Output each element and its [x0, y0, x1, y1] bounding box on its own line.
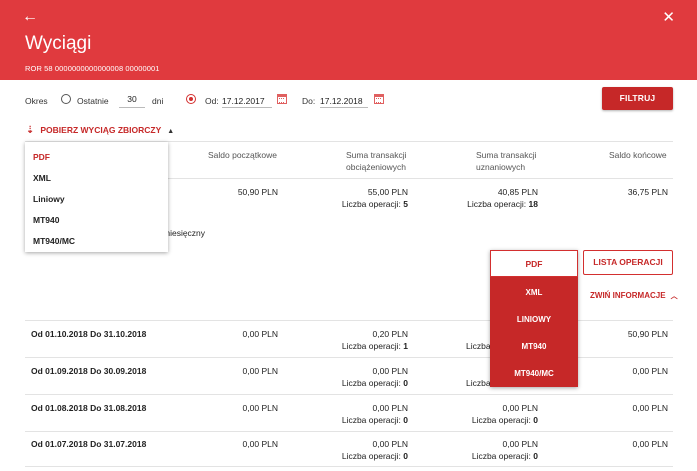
row-debit: 0,00 PLN — [372, 403, 408, 413]
date-range-radio[interactable] — [186, 94, 196, 104]
row-closing: 0,00 PLN — [632, 366, 668, 376]
menu-option-mt940[interactable]: MT940 — [490, 342, 578, 351]
summary-closing: 36,75 PLN — [627, 187, 668, 197]
period-label: Okres — [25, 96, 48, 106]
menu-option-liniowy[interactable]: LINIOWY — [490, 315, 578, 324]
caret-up-icon: ▲ — [167, 128, 175, 135]
menu-option-pdf[interactable]: PDF — [33, 152, 50, 162]
summary-opening: 50,90 PLN — [237, 187, 278, 197]
col-debit-sum-2: obciążeniowych — [346, 162, 407, 172]
collapse-info-toggle[interactable]: ZWIŃ INFORMACJE ︿ — [590, 291, 678, 301]
row-debit: 0,00 PLN — [372, 366, 408, 376]
row-period: Od 01.10.2018 Do 31.10.2018 — [31, 329, 147, 339]
to-label: Do: — [302, 96, 316, 106]
row-debit-ops: Liczba operacji: 1 — [341, 341, 408, 351]
from-label: Od: — [205, 96, 219, 106]
statement-type-text: miesięczny — [163, 228, 206, 238]
filter-button[interactable]: FILTRUJ — [602, 87, 673, 110]
row-credit: 0,00 PLN — [502, 439, 538, 449]
account-number: ROR 58 0000000000000008 00000001 — [25, 64, 160, 73]
row-period: Od 01.09.2018 Do 30.09.2018 — [31, 366, 147, 376]
summary-credit-ops: Liczba operacji: 18 — [467, 199, 538, 209]
summary-debit-ops: Liczba operacji: 5 — [341, 199, 408, 209]
download-summary-toggle[interactable]: ⇣ POBIERZ WYCIĄG ZBIORCZY ▲ — [26, 125, 174, 136]
menu-option-liniowy[interactable]: Liniowy — [33, 194, 65, 204]
to-date-input[interactable]: 17.12.2018 — [320, 94, 368, 108]
row-debit: 0,00 PLN — [372, 439, 408, 449]
download-summary-label: POBIERZ WYCIĄG ZBIORCZY — [40, 125, 162, 135]
row-credit: 0,00 PLN — [502, 403, 538, 413]
row-opening: 0,00 PLN — [242, 366, 278, 376]
download-icon: ⇣ — [26, 125, 35, 136]
days-unit-label: dni — [152, 96, 164, 106]
row-credit-ops: Liczba operacji: 0 — [471, 415, 538, 425]
row-opening: 0,00 PLN — [242, 439, 278, 449]
divider — [25, 394, 673, 395]
col-closing-balance: Saldo końcowe — [609, 150, 667, 160]
statement-format-menu: PDF XML LINIOWY MT940 MT940/MC — [490, 250, 578, 387]
row-debit-ops: Liczba operacji: 0 — [341, 378, 408, 388]
menu-option-xml[interactable]: XML — [490, 288, 578, 297]
menu-option-pdf[interactable]: PDF — [490, 250, 578, 277]
divider — [25, 431, 673, 432]
operations-list-button[interactable]: LISTA OPERACJI — [583, 250, 673, 275]
col-opening-balance: Saldo początkowe — [208, 150, 277, 160]
divider — [25, 466, 673, 467]
chevron-up-icon: ︿ — [670, 293, 678, 300]
page-title: Wyciągi — [25, 33, 92, 54]
close-icon[interactable]: ✕ — [662, 10, 675, 25]
calendar-icon[interactable] — [374, 94, 384, 104]
menu-option-mt940mc[interactable]: MT940/MC — [490, 369, 578, 378]
last-days-label: Ostatnie — [77, 96, 109, 106]
calendar-icon[interactable] — [277, 94, 287, 104]
row-credit-ops-partial: Liczba — [466, 341, 491, 351]
menu-option-mt940[interactable]: MT940 — [33, 215, 59, 225]
row-debit-ops: Liczba operacji: 0 — [341, 415, 408, 425]
filter-bar: Okres Ostatnie 30 dni Od: 17.12.2017 Do:… — [0, 86, 697, 114]
col-debit-sum: Suma transakcji — [346, 150, 407, 160]
days-input[interactable]: 30 — [119, 94, 145, 108]
summary-debit: 55,00 PLN — [367, 187, 408, 197]
row-closing: 50,90 PLN — [627, 329, 668, 339]
col-credit-sum: Suma transakcji — [476, 150, 537, 160]
back-arrow-icon[interactable]: ← — [22, 9, 38, 25]
row-period: Od 01.07.2018 Do 31.07.2018 — [31, 439, 147, 449]
from-date-input[interactable]: 17.12.2017 — [222, 94, 272, 108]
download-format-menu: PDF XML Liniowy MT940 MT940/MC — [25, 142, 168, 252]
row-credit-ops-partial: Liczba — [466, 378, 491, 388]
row-closing: 0,00 PLN — [632, 403, 668, 413]
row-credit-ops: Liczba operacji: 0 — [471, 451, 538, 461]
last-days-radio[interactable] — [61, 94, 71, 104]
menu-option-mt940mc[interactable]: MT940/MC — [33, 236, 75, 246]
row-debit: 0,20 PLN — [372, 329, 408, 339]
row-period: Od 01.08.2018 Do 31.08.2018 — [31, 403, 147, 413]
menu-option-xml[interactable]: XML — [33, 173, 51, 183]
row-opening: 0,00 PLN — [242, 329, 278, 339]
collapse-info-label: ZWIŃ INFORMACJE — [590, 291, 666, 300]
row-closing: 0,00 PLN — [632, 439, 668, 449]
row-debit-ops: Liczba operacji: 0 — [341, 451, 408, 461]
row-opening: 0,00 PLN — [242, 403, 278, 413]
col-credit-sum-2: uznaniowych — [476, 162, 526, 172]
header-bar: ← ✕ Wyciągi ROR 58 0000000000000008 0000… — [0, 0, 697, 80]
summary-credit: 40,85 PLN — [497, 187, 538, 197]
